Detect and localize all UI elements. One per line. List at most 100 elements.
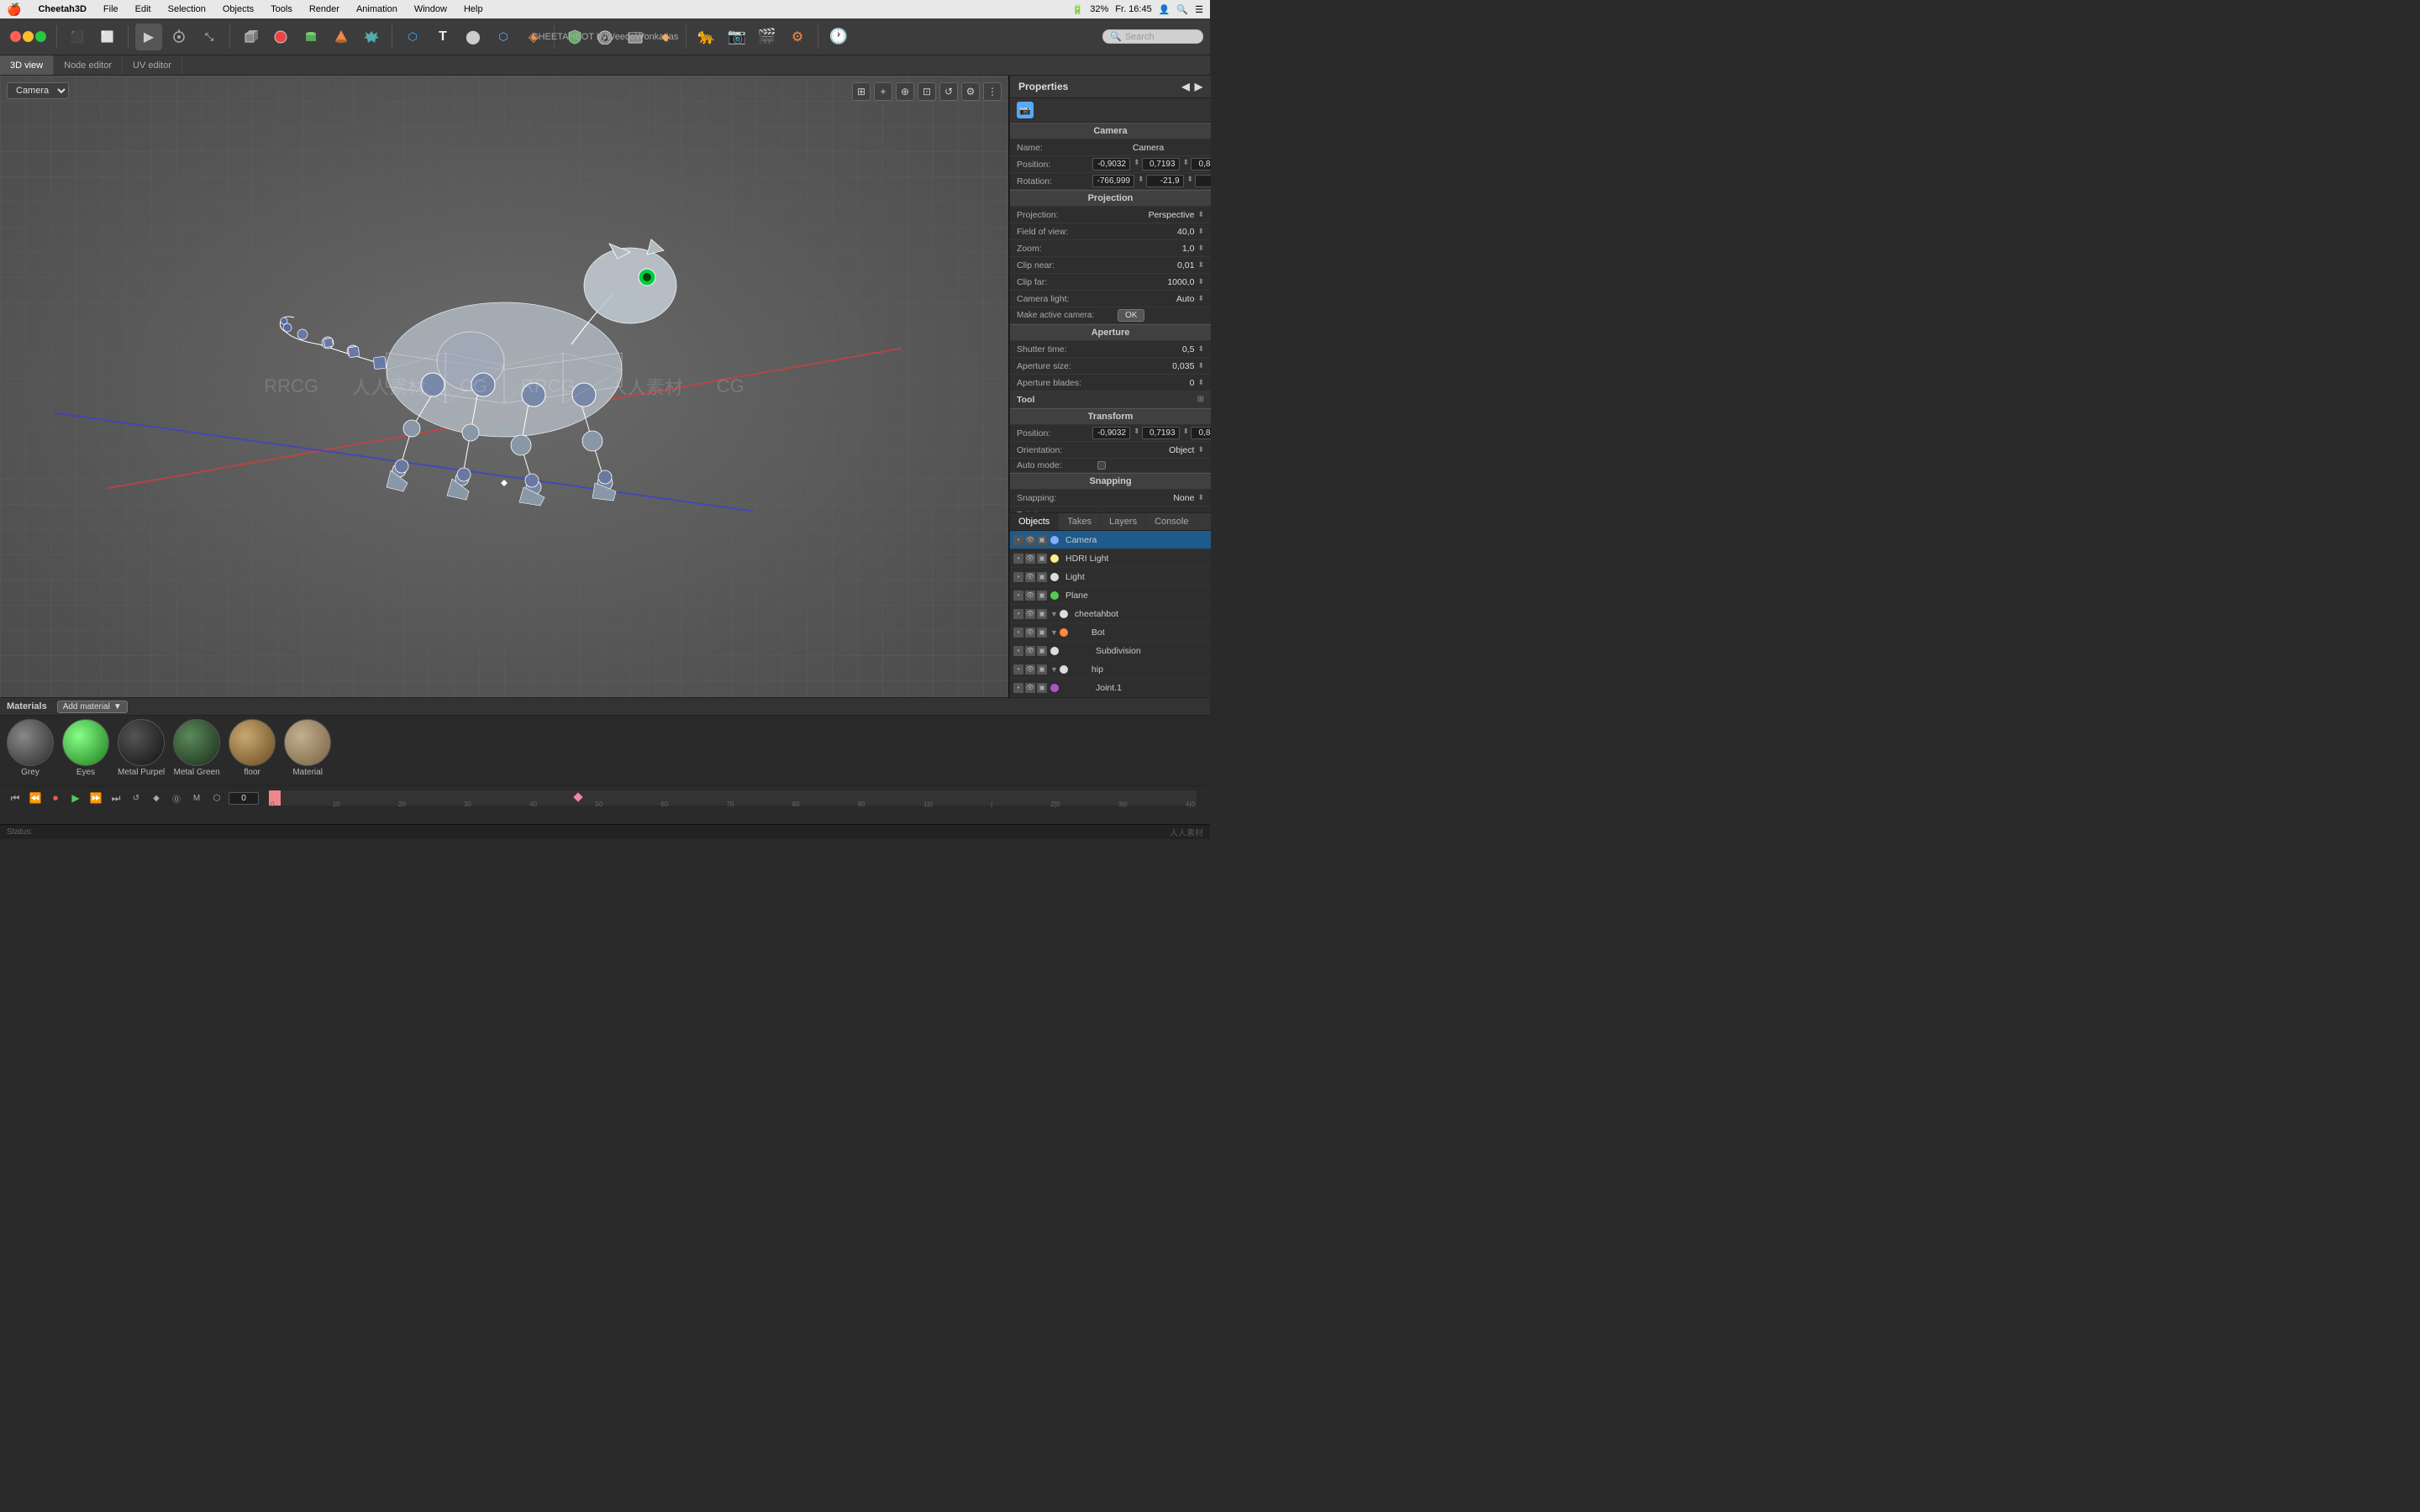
expand-arrow[interactable]: ▼ [1050,665,1058,674]
menu-animation[interactable]: Animation [353,4,401,14]
tl-next-btn[interactable]: ⏩ [87,790,104,806]
expand-arrow[interactable]: ▼ [1050,628,1058,637]
obj-dot-btn[interactable]: • [1013,627,1023,638]
tl-m2-btn[interactable]: ⬡ [208,790,225,806]
material-btn[interactable]: ⬤ [460,24,487,50]
tl-frame-input[interactable] [229,792,259,805]
mat-item-metal-purpel[interactable]: Metal Purpel [118,719,165,777]
menu-file[interactable]: File [100,4,122,14]
transform-tool-btn[interactable] [166,24,192,50]
obj-eye-btn[interactable]: 👁 [1025,572,1035,582]
obj-dot-btn[interactable]: • [1013,609,1023,619]
obj-render-btn[interactable]: ▣ [1037,554,1047,564]
pos-z-input[interactable] [1191,158,1211,171]
grid-btn[interactable]: ⊞ [852,82,871,101]
obj-dot-btn[interactable]: • [1013,572,1023,582]
add-material-btn[interactable]: Add material ▼ [57,701,128,713]
obj-eye-btn[interactable]: 👁 [1025,609,1035,619]
obj-eye-btn[interactable]: 👁 [1025,683,1035,693]
obj-item-light[interactable]: • 👁 ▣ Light [1010,568,1211,586]
cone-primitive-btn[interactable] [328,24,355,50]
obj-item-cheetahbot[interactable]: • 👁 ▣ ▼ cheetahbot [1010,605,1211,623]
obj-render-btn[interactable]: ▣ [1037,535,1047,545]
cheetah-logo-btn[interactable]: 🐆 [693,24,720,50]
search-bar[interactable]: 🔍 Search [1102,29,1203,44]
clock-btn[interactable]: 🕐 [825,24,852,50]
particle-btn[interactable]: ⬡ [490,24,517,50]
poly-create-btn[interactable]: ⬡ [399,24,426,50]
t-pos-y-stepper[interactable]: ⬍ [1183,427,1190,439]
cube-primitive-btn[interactable] [237,24,264,50]
mat-item-grey[interactable]: Grey [7,719,54,777]
obj-item-hip[interactable]: • 👁 ▣ ▼ hip [1010,660,1211,679]
more-btn[interactable]: ⋮ [983,82,1002,101]
pos-x-input[interactable] [1092,158,1130,171]
scale-tool-btn[interactable]: ⤡ [196,24,223,50]
obj-eye-btn[interactable]: 👁 [1025,554,1035,564]
select-tool-btn[interactable]: ▶ [135,24,162,50]
aperture-size-stepper[interactable]: ⬍ [1197,361,1204,370]
pos-y-input[interactable] [1142,158,1180,171]
text-tool-btn[interactable]: T [429,24,456,50]
tab-objects[interactable]: Objects [1010,513,1059,530]
render-settings-btn[interactable]: 📷 [723,24,750,50]
rot-y-stepper[interactable]: ⬍ [1187,175,1194,187]
obj-item-joint.1[interactable]: • 👁 ▣ Joint.1 [1010,679,1211,697]
tl-key-btn[interactable]: ◆ [148,790,165,806]
obj-item-bot[interactable]: • 👁 ▣ ▼ Bot [1010,623,1211,642]
menu-render[interactable]: Render [306,4,343,14]
menu-help[interactable]: Help [460,4,487,14]
close-btn[interactable] [10,31,21,42]
display-wire-btn[interactable]: ⬜ [94,24,121,50]
obj-render-btn[interactable]: ▣ [1037,627,1047,638]
rot-x-input[interactable] [1092,175,1134,187]
expand-arrow[interactable]: ▼ [1050,610,1058,618]
fit-btn[interactable]: ⊡ [918,82,936,101]
obj-dot-btn[interactable]: • [1013,591,1023,601]
obj-item-subdivision[interactable]: • 👁 ▣ Subdivision [1010,642,1211,660]
tl-prev-btn[interactable]: ⏪ [27,790,44,806]
t-pos-x-stepper[interactable]: ⬍ [1134,427,1140,439]
obj-render-btn[interactable]: ▣ [1037,609,1047,619]
obj-eye-btn[interactable]: 👁 [1025,664,1035,675]
menu-app[interactable]: Cheetah3D [34,4,89,14]
maximize-btn[interactable] [35,31,46,42]
tab-node-editor[interactable]: Node editor [54,55,123,75]
mat-item-metal-green[interactable]: Metal Green [173,719,220,777]
rot-y-input[interactable] [1146,175,1184,187]
tl-record-btn[interactable]: ⏺ [47,790,64,806]
mat-item-material[interactable]: Material [284,719,331,777]
rot-x-stepper[interactable]: ⬍ [1138,175,1144,187]
tl-mode-btn[interactable]: ⓪ [168,790,185,806]
pos-y-stepper[interactable]: ⬍ [1183,158,1190,171]
clip-far-stepper[interactable]: ⬍ [1197,277,1204,286]
rotate-btn[interactable]: ↺ [939,82,958,101]
tab-3d-view[interactable]: 3D view [0,55,54,75]
obj-render-btn[interactable]: ▣ [1037,572,1047,582]
prop-nav-left[interactable]: ◀ [1182,81,1190,92]
snapping-stepper[interactable]: ⬍ [1197,493,1204,502]
auto-mode-checkbox[interactable] [1097,461,1106,470]
anim-settings-btn[interactable]: ⚙ [784,24,811,50]
obj-render-btn[interactable]: ▣ [1037,664,1047,675]
obj-dot-btn[interactable]: • [1013,683,1023,693]
mat-item-eyes[interactable]: Eyes [62,719,109,777]
obj-item-camera[interactable]: • 👁 ▣ Camera [1010,531,1211,549]
timeline-track[interactable]: 0 10 20 30 40 50 60 70 80 90 1|0 | 2|0 3… [269,790,1197,806]
obj-render-btn[interactable]: ▣ [1037,646,1047,656]
tl-loop-btn[interactable]: ↺ [128,790,145,806]
prop-nav-right[interactable]: ▶ [1195,81,1202,92]
sphere-primitive-btn[interactable] [267,24,294,50]
cylinder-primitive-btn[interactable] [297,24,324,50]
obj-dot-btn[interactable]: • [1013,535,1023,545]
make-active-btn[interactable]: OK [1118,309,1144,322]
tl-play-btn[interactable]: ▶ [67,790,84,806]
fov-stepper[interactable]: ⬍ [1197,227,1204,236]
shutter-stepper[interactable]: ⬍ [1197,344,1204,354]
tab-takes[interactable]: Takes [1059,513,1101,530]
display-mode-btn[interactable]: ⬛ [64,24,91,50]
cam-light-stepper[interactable]: ⬍ [1197,294,1204,303]
obj-dot-btn[interactable]: • [1013,664,1023,675]
obj-render-btn[interactable]: ▣ [1037,683,1047,693]
tl-m1-btn[interactable]: M [188,790,205,806]
